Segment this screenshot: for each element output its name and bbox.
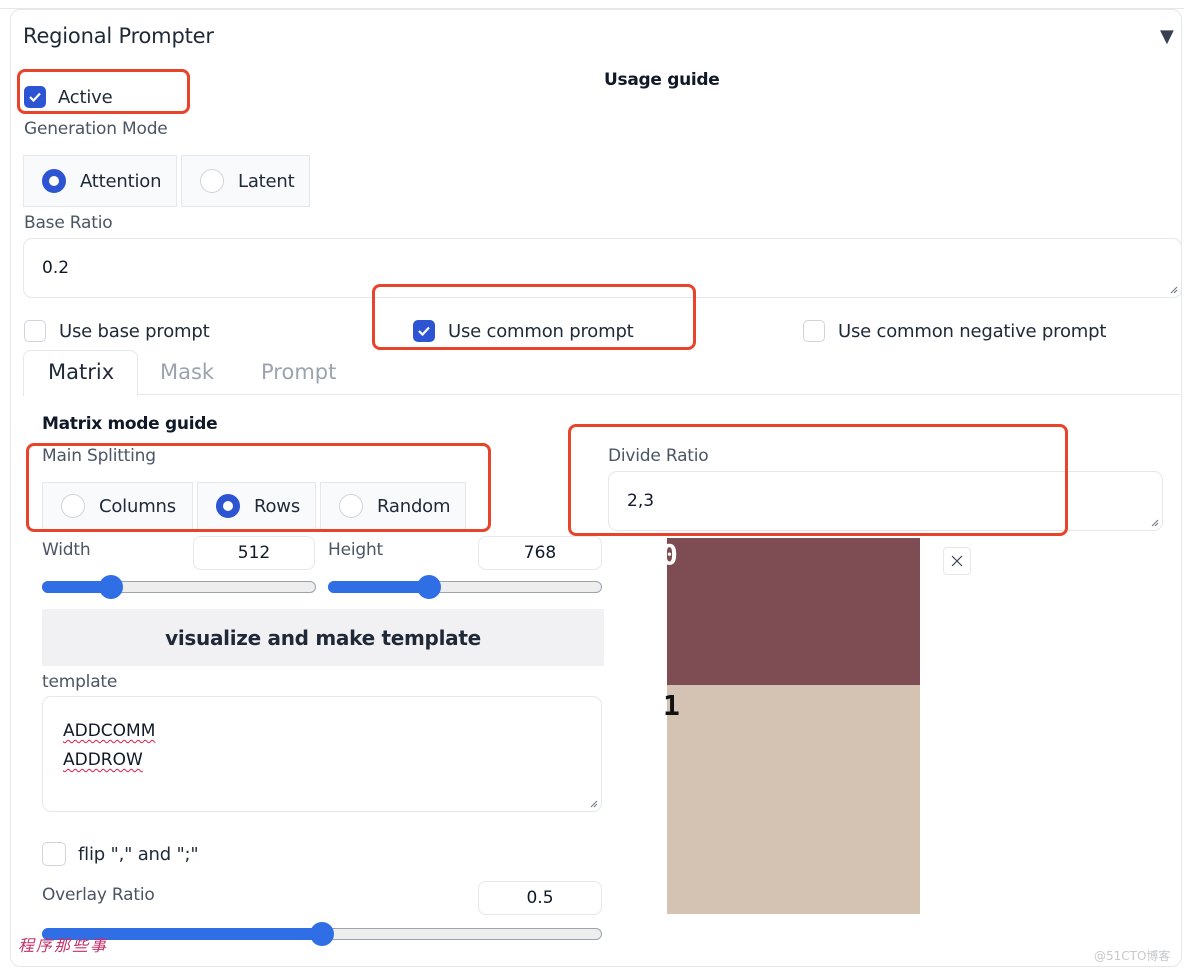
region-label-1: 1 <box>663 689 680 722</box>
use-common-negative-prompt-checkbox[interactable]: Use common negative prompt <box>803 320 1106 342</box>
slider-fill <box>328 581 430 593</box>
highlight-box-main-splitting <box>26 443 491 532</box>
height-label: Height <box>328 540 383 560</box>
generation-mode-label: Generation Mode <box>24 119 168 139</box>
generation-mode-radio-group: Attention Latent <box>23 155 314 207</box>
resize-handle-icon[interactable] <box>590 800 598 808</box>
overlay-ratio-input[interactable]: 0.5 <box>478 881 602 915</box>
tab-prompt[interactable]: Prompt <box>261 360 336 384</box>
overlay-ratio-label: Overlay Ratio <box>42 885 155 905</box>
preview-region-0: 0 <box>661 538 920 685</box>
base-ratio-value: 0.2 <box>42 258 70 278</box>
radio-latent-label: Latent <box>238 170 295 192</box>
highlight-box-divide-ratio <box>568 424 1068 536</box>
flip-checkbox[interactable]: flip "," and ";" <box>42 842 199 866</box>
template-textarea[interactable]: ADDCOMM ADDROW <box>42 696 602 812</box>
height-input[interactable]: 768 <box>478 536 602 570</box>
radio-selected-icon <box>42 169 66 193</box>
overlay-ratio-slider[interactable] <box>42 922 602 946</box>
use-common-negative-prompt-label: Use common negative prompt <box>838 320 1107 342</box>
tabs-divider <box>24 394 1180 395</box>
matrix-mode-guide-title: Matrix mode guide <box>42 414 218 434</box>
watermark-left: 程序那些事 <box>18 936 109 955</box>
preview-region-1: 1 <box>663 685 920 914</box>
use-base-prompt-checkbox[interactable]: Use base prompt <box>24 320 210 342</box>
slider-thumb[interactable] <box>98 575 123 599</box>
visualize-and-make-template-button[interactable]: visualize and make template <box>42 609 604 666</box>
usage-guide-link[interactable]: Usage guide <box>604 70 720 90</box>
highlight-box-active <box>17 69 190 114</box>
use-base-prompt-label: Use base prompt <box>59 320 210 342</box>
region-label-0: 0 <box>661 538 678 571</box>
template-label: template <box>42 672 118 692</box>
highlight-box-common-prompt <box>372 284 696 350</box>
width-label: Width <box>42 540 91 560</box>
template-line: ADDCOMM <box>63 721 156 741</box>
flip-label: flip "," and ";" <box>78 843 199 865</box>
triangle-down-icon[interactable]: ▼ <box>1160 26 1174 47</box>
resize-handle-icon[interactable] <box>1170 286 1178 294</box>
radio-latent[interactable]: Latent <box>181 155 310 207</box>
close-icon[interactable] <box>943 547 971 575</box>
width-input[interactable]: 512 <box>193 536 315 570</box>
width-slider[interactable] <box>42 575 316 599</box>
checkbox-icon[interactable] <box>24 320 46 342</box>
radio-attention-label: Attention <box>80 170 162 192</box>
checkbox-icon[interactable] <box>803 320 825 342</box>
slider-thumb[interactable] <box>310 922 334 946</box>
watermark-right: @51CTO博客 <box>1094 949 1171 963</box>
tab-mask[interactable]: Mask <box>160 360 214 384</box>
height-slider[interactable] <box>328 575 602 599</box>
checkbox-icon[interactable] <box>42 842 66 866</box>
top-strip <box>0 0 1184 9</box>
radio-unselected-icon <box>200 169 224 193</box>
resize-handle-icon[interactable] <box>1151 519 1159 527</box>
tab-matrix[interactable]: Matrix <box>48 360 114 384</box>
panel-title: Regional Prompter <box>23 24 214 48</box>
radio-attention[interactable]: Attention <box>23 155 177 207</box>
template-line: ADDROW <box>63 750 143 770</box>
base-ratio-label: Base Ratio <box>24 213 113 233</box>
